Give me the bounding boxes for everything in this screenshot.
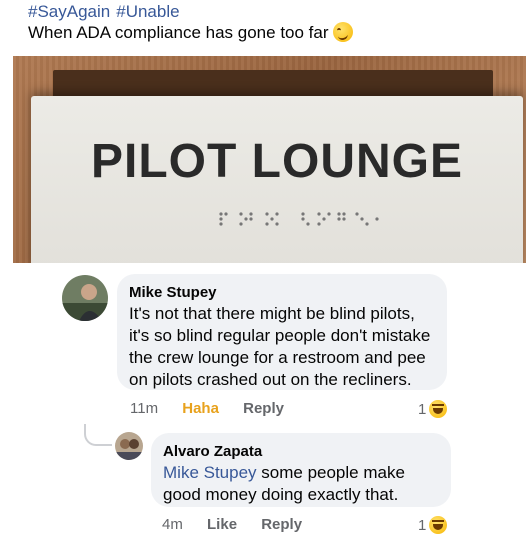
reaction-count[interactable]: 1 xyxy=(418,516,448,534)
comment-line: it's so blind regular people don't mista… xyxy=(129,326,431,345)
avatar[interactable] xyxy=(62,275,108,321)
hashtag-link[interactable]: #SayAgain xyxy=(28,2,110,21)
comment-line: good money doing exactly that. xyxy=(163,485,399,504)
reaction-count-value: 1 xyxy=(418,517,427,534)
reply-button[interactable]: Reply xyxy=(243,400,284,417)
post-text-content: When ADA compliance has gone too far xyxy=(28,23,329,42)
post-text: When ADA compliance has gone too far xyxy=(28,22,508,44)
comment-actions: 4m Like Reply xyxy=(162,516,322,533)
post-header: #SayAgain #Unable When ADA compliance has… xyxy=(28,2,508,44)
post-photo[interactable]: PILOT LOUNGE xyxy=(13,56,526,263)
sign-plaque: PILOT LOUNGE xyxy=(31,96,523,263)
comment-actions: 11m Haha Reply xyxy=(130,400,304,417)
comment-line: on pilots crashed out on the recliners. xyxy=(129,370,412,389)
comment-line: Mike Stupey some people make xyxy=(163,462,439,484)
hashtag-link[interactable]: #Unable xyxy=(116,2,179,21)
comment-text: some people make xyxy=(256,463,405,482)
profile-photo-icon xyxy=(62,275,108,321)
comment-bubble: Mike Stupey It's not that there might be… xyxy=(117,274,447,390)
comment-bubble: Alvaro Zapata Mike Stupey some people ma… xyxy=(151,433,451,507)
like-button[interactable]: Like xyxy=(207,516,237,533)
comment-timestamp[interactable]: 4m xyxy=(162,516,183,533)
mention-link[interactable]: Mike Stupey xyxy=(163,463,257,482)
avatar[interactable] xyxy=(115,432,143,460)
haha-emoji-icon xyxy=(429,516,448,534)
profile-photo-icon xyxy=(115,432,143,460)
woozy-face-icon xyxy=(332,22,353,42)
reply-button[interactable]: Reply xyxy=(261,516,302,533)
comment-author[interactable]: Mike Stupey xyxy=(129,283,435,303)
sign-text: PILOT LOUNGE xyxy=(91,135,463,188)
comment-line: It's not that there might be blind pilot… xyxy=(129,304,415,323)
comment-timestamp[interactable]: 11m xyxy=(130,400,158,417)
braille-dots xyxy=(219,212,379,226)
reaction-count[interactable]: 1 xyxy=(418,400,448,418)
reaction-count-value: 1 xyxy=(418,401,427,418)
haha-emoji-icon xyxy=(429,400,448,418)
haha-reaction-button[interactable]: Haha xyxy=(182,400,219,417)
reply-thread-line xyxy=(84,424,112,446)
comment-author[interactable]: Alvaro Zapata xyxy=(163,442,439,462)
comment-line: the crew lounge for a restroom and pee xyxy=(129,348,426,367)
sign-mount xyxy=(53,70,493,98)
hashtags: #SayAgain #Unable xyxy=(28,2,508,22)
